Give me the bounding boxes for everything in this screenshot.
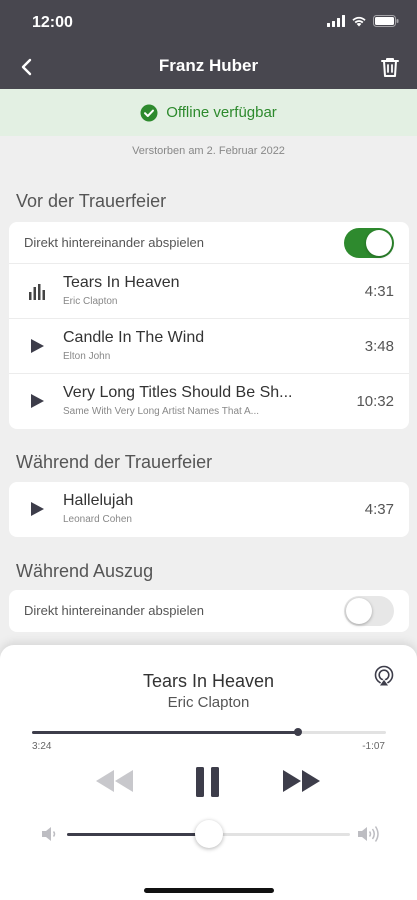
track-artist: Same With Very Long Artist Names That A.… bbox=[63, 406, 260, 417]
toggle-knob bbox=[366, 230, 392, 256]
rewind-icon[interactable] bbox=[94, 768, 136, 794]
status-bar: 12:00 bbox=[0, 0, 417, 44]
track-title: Candle In The Wind bbox=[63, 329, 205, 346]
track-row[interactable]: Tears In Heaven Eric Clapton 4:31 bbox=[9, 264, 409, 319]
now-playing-title: Tears In Heaven bbox=[142, 671, 275, 691]
track-row[interactable]: Hallelujah Leonard Cohen 4:37 bbox=[9, 482, 409, 537]
autoplay-toggle[interactable] bbox=[344, 596, 394, 626]
check-circle-icon bbox=[140, 104, 158, 121]
fast-forward-icon[interactable] bbox=[281, 768, 323, 794]
track-row[interactable]: Candle In The Wind Elton John 3:48 bbox=[9, 319, 409, 374]
track-title: Hallelujah bbox=[63, 492, 134, 509]
section-title-exit: Während Auszug bbox=[16, 561, 154, 581]
track-duration: 3:48 bbox=[364, 338, 394, 355]
speaker-high-icon bbox=[358, 826, 379, 842]
track-title: Very Long Titles Should Be Sh... bbox=[63, 384, 293, 401]
section-title-during-ceremony: Während der Trauerfeier bbox=[16, 452, 213, 472]
remaining-time: -1:07 bbox=[362, 741, 385, 752]
track-row[interactable]: Very Long Titles Should Be Sh... Same Wi… bbox=[9, 374, 409, 429]
volume-thumb[interactable] bbox=[194, 820, 223, 848]
track-artist: Elton John bbox=[63, 351, 111, 362]
speaker-low-icon bbox=[42, 827, 56, 841]
offline-banner: Offline verfügbar bbox=[0, 89, 417, 136]
pause-icon[interactable] bbox=[194, 766, 222, 798]
section-card-during-ceremony: Hallelujah Leonard Cohen 4:37 bbox=[9, 482, 409, 537]
section-card-exit: Direkt hintereinander abspielen bbox=[9, 590, 409, 632]
play-icon[interactable] bbox=[27, 499, 47, 519]
autoplay-label: Direkt hintereinander abspielen bbox=[24, 235, 204, 250]
airplay-icon[interactable] bbox=[373, 665, 395, 687]
track-artist: Leonard Cohen bbox=[63, 514, 132, 525]
autoplay-label: Direkt hintereinander abspielen bbox=[24, 603, 204, 618]
track-duration: 4:31 bbox=[364, 283, 394, 300]
wifi-icon bbox=[352, 16, 366, 27]
play-icon[interactable] bbox=[27, 336, 47, 356]
volume-slider[interactable] bbox=[67, 820, 350, 848]
autoplay-row: Direkt hintereinander abspielen bbox=[9, 590, 409, 632]
elapsed-time: 3:24 bbox=[32, 741, 52, 752]
player-sheet: Tears In Heaven Eric Clapton 3:24 -1:07 bbox=[0, 645, 417, 900]
cellular-signal-icon bbox=[327, 15, 345, 27]
track-duration: 10:32 bbox=[356, 393, 394, 410]
equalizer-bars-icon bbox=[29, 284, 45, 300]
progress-fill bbox=[32, 731, 298, 734]
top-bar: 12:00 Franz Huber bbox=[0, 0, 417, 89]
track-artist: Eric Clapton bbox=[63, 296, 118, 307]
progress-thumb[interactable] bbox=[293, 728, 302, 736]
battery-icon bbox=[373, 15, 399, 27]
status-time: 12:00 bbox=[32, 14, 73, 31]
section-title-before-ceremony: Vor der Trauerfeier bbox=[16, 191, 167, 211]
play-icon[interactable] bbox=[27, 391, 47, 411]
now-playing-artist: Eric Clapton bbox=[167, 694, 250, 711]
home-indicator bbox=[144, 888, 274, 893]
system-icons bbox=[327, 15, 399, 27]
volume-fill bbox=[67, 833, 209, 836]
autoplay-toggle[interactable] bbox=[344, 228, 394, 258]
track-title: Tears In Heaven bbox=[63, 274, 180, 291]
track-duration: 4:37 bbox=[364, 501, 394, 518]
autoplay-row: Direkt hintereinander abspielen bbox=[9, 222, 409, 264]
offline-status-text: Offline verfügbar bbox=[166, 104, 277, 121]
trash-icon[interactable] bbox=[377, 54, 403, 80]
section-card-before-ceremony: Direkt hintereinander abspielen Tears In… bbox=[9, 222, 409, 429]
toggle-knob bbox=[346, 598, 372, 624]
page-title: Franz Huber bbox=[158, 56, 259, 75]
deceased-date: Verstorben am 2. Februar 2022 bbox=[132, 145, 285, 157]
progress-bar[interactable] bbox=[32, 728, 386, 736]
